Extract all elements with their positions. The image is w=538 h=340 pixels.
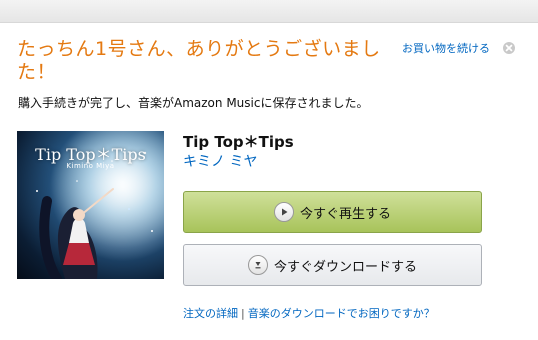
footer-separator: | <box>241 307 245 320</box>
purchase-confirmation-message: 購入手続きが完了し、音楽がAmazon Musicに保存されました。 <box>18 96 369 110</box>
download-help-link[interactable]: 音楽のダウンロードでお困りですか？ <box>248 307 435 320</box>
download-icon-glyph <box>255 262 261 269</box>
album-cover-image: Tip Top＊Tips Kimino Miya <box>17 131 164 279</box>
play-now-button[interactable]: 今すぐ再生する <box>183 191 482 233</box>
play-button-label: 今すぐ再生する <box>299 206 391 222</box>
cover-artist-text: Kimino Miya <box>66 162 115 170</box>
artist-link[interactable]: キミノ ミヤ <box>183 151 257 171</box>
download-button-label: 今すぐダウンロードする <box>273 259 417 275</box>
play-icon-glyph <box>281 208 288 216</box>
download-now-button[interactable]: 今すぐダウンロードする <box>183 244 482 286</box>
continue-shopping-link[interactable]: お買い物を続ける <box>402 40 490 56</box>
order-details-link[interactable]: 注文の詳細 <box>183 307 238 320</box>
top-bar <box>0 0 538 23</box>
play-icon <box>273 202 294 222</box>
thank-you-heading: たっちん1号さん、ありがとうございました！ <box>17 38 381 83</box>
album-title: Tip Top＊Tips <box>183 133 294 151</box>
download-icon <box>247 255 268 275</box>
close-icon[interactable] <box>503 42 515 54</box>
footer-links: 注文の詳細 | 音楽のダウンロードでお困りですか？ <box>183 305 435 321</box>
